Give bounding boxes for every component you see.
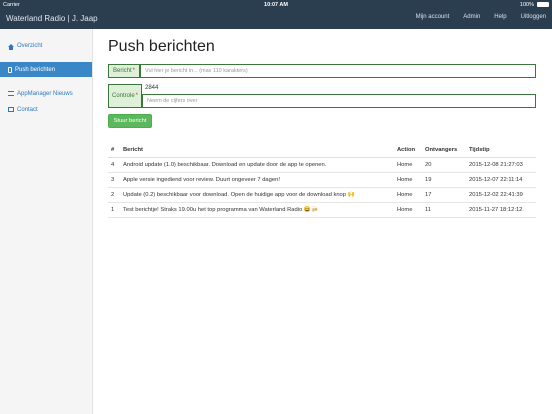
col-header-number: # <box>108 144 120 158</box>
cell-timestamp: 2015-12-07 22:11:14 <box>466 172 536 188</box>
page-title: Push berichten <box>108 38 215 55</box>
bericht-group: Bericht * <box>108 64 536 78</box>
cell-recipients: 19 <box>422 172 466 188</box>
cell-message: Update (0.2) beschikbaar voor download. … <box>120 187 394 203</box>
brand-title[interactable]: Waterland Radio | J. Jaap <box>6 14 98 23</box>
required-marker: * <box>132 68 136 74</box>
apps-icon <box>8 91 14 96</box>
home-icon <box>8 44 14 50</box>
sidebar-item-appmanager-nieuws[interactable]: AppManager Nieuws <box>0 86 92 101</box>
col-header-message: Bericht <box>120 144 394 158</box>
controle-group: Controle * <box>108 84 536 108</box>
bericht-label-text: Bericht <box>112 68 132 74</box>
cell-message: Test berichtje! Straks 19.00u het top pr… <box>120 202 394 218</box>
cell-number: 1 <box>108 202 120 218</box>
table-row: 1 Test berichtje! Straks 19.00u het top … <box>108 202 536 218</box>
cell-recipients: 11 <box>422 202 466 218</box>
cell-timestamp: 2015-12-02 22:41:39 <box>466 187 536 203</box>
cell-message: Apple versie ingediend voor review. Duur… <box>120 172 394 188</box>
cell-timestamp: 2015-11-27 18:12:12 <box>466 202 536 218</box>
nav-link-my-account[interactable]: Mijn account <box>416 14 450 20</box>
send-message-button[interactable]: Stuur bericht <box>108 114 152 128</box>
sidebar-item-push-berichten[interactable]: Push berichten <box>0 62 92 77</box>
cell-timestamp: 2015-12-08 21:27:03 <box>466 157 536 173</box>
cell-number: 3 <box>108 172 120 188</box>
sidebar-item-label: AppManager Nieuws <box>17 90 73 97</box>
bericht-label: Bericht * <box>108 64 140 78</box>
nav-link-admin[interactable]: Admin <box>463 14 480 20</box>
bericht-input[interactable] <box>140 64 536 78</box>
controle-label: Controle * <box>108 84 142 108</box>
table-header-row: # Bericht Action Ontvangers Tijdstip <box>108 144 536 158</box>
mail-icon <box>8 107 14 112</box>
table-row: 2 Update (0.2) beschikbaar voor download… <box>108 187 536 203</box>
status-bar: Carrier 10:07 AM 100% <box>0 0 552 9</box>
sidebar-item-overzicht[interactable]: Overzicht <box>0 38 92 53</box>
cell-message: Android update (1.0) beschikbaar. Downlo… <box>120 157 394 173</box>
col-header-recipients: Ontvangers <box>422 144 466 158</box>
controle-input[interactable] <box>142 94 536 108</box>
cell-recipients: 20 <box>422 157 466 173</box>
cell-recipients: 17 <box>422 187 466 203</box>
top-navbar: Waterland Radio | J. Jaap Mijn account A… <box>0 9 552 29</box>
cell-action: Home <box>394 202 422 218</box>
messages-table: # Bericht Action Ontvangers Tijdstip 4 A… <box>108 144 536 218</box>
table-row: 4 Android update (1.0) beschikbaar. Down… <box>108 157 536 173</box>
nav-links: Mijn account Admin Help Uitloggen <box>416 14 546 20</box>
battery-percentage: 100% <box>519 1 534 8</box>
sidebar-item-label: Contact <box>17 106 38 113</box>
table-row: 3 Apple versie ingediend voor review. Du… <box>108 172 536 188</box>
sidebar-item-label: Overzicht <box>17 42 43 49</box>
required-marker: * <box>135 93 139 99</box>
cell-action: Home <box>394 157 422 173</box>
controle-label-text: Controle <box>111 93 135 99</box>
cell-action: Home <box>394 172 422 188</box>
col-header-timestamp: Tijdstip <box>466 144 536 158</box>
cell-number: 2 <box>108 187 120 203</box>
phone-icon <box>8 66 12 73</box>
nav-link-help[interactable]: Help <box>494 14 506 20</box>
captcha-code: 2844 <box>144 85 160 91</box>
sidebar-item-label: Push berichten <box>15 66 56 73</box>
battery-icon <box>537 2 549 7</box>
col-header-action: Action <box>394 144 422 158</box>
sidebar: Overzicht Push berichten AppManager Nieu… <box>0 29 93 414</box>
sidebar-item-contact[interactable]: Contact <box>0 102 92 117</box>
nav-link-logout[interactable]: Uitloggen <box>521 14 546 20</box>
cell-number: 4 <box>108 157 120 173</box>
cell-action: Home <box>394 187 422 203</box>
clock: 10:07 AM <box>264 1 288 8</box>
